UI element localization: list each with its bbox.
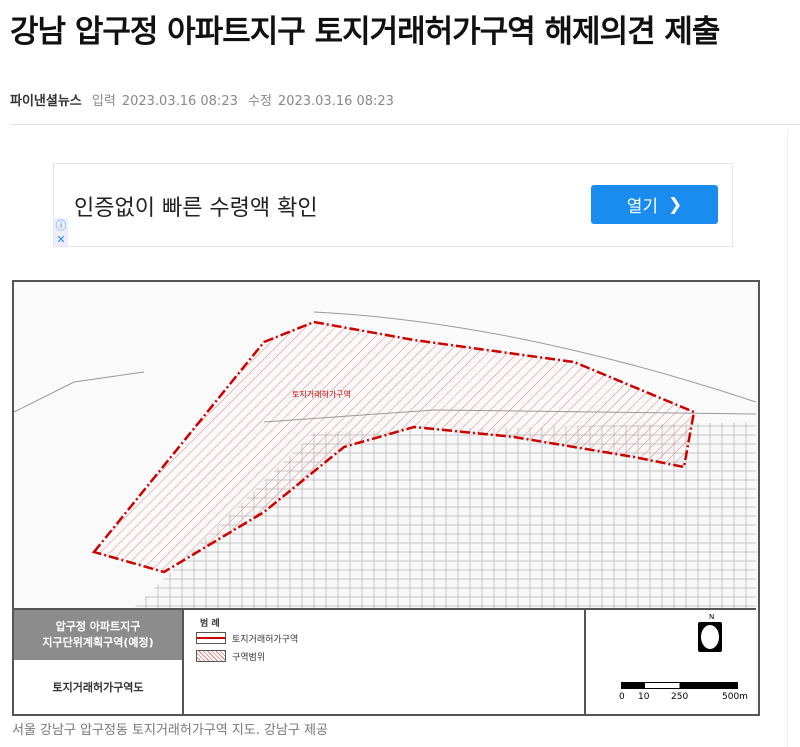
edit-label: 수정 <box>248 94 272 109</box>
scale-500: 500m <box>722 692 748 702</box>
map-name: 토지거래허가구역도 <box>52 681 144 694</box>
chevron-right-icon: ❯ <box>668 194 683 215</box>
info-icon[interactable]: ⓘ <box>54 218 68 232</box>
boundary-swatch <box>196 632 226 644</box>
image-caption: 서울 강남구 압구정동 토지거래허가구역 지도. 강남구 제공 <box>12 723 328 738</box>
compass-icon <box>698 622 722 652</box>
scale-bar <box>621 682 738 689</box>
map-title-1: 압구정 아파트지구 <box>55 620 141 633</box>
input-time: 2023.03.16 08:23 <box>121 94 238 109</box>
input-label: 입력 <box>91 94 116 109</box>
close-icon[interactable]: ✕ <box>54 232 68 246</box>
divider <box>10 124 800 125</box>
map-legend: 압구정 아파트지구지구단위계획구역(예정) 토지거래허가구역도 범 례 토지거래… <box>14 608 756 714</box>
scale-0: 0 <box>619 692 625 702</box>
scrollbar[interactable] <box>787 130 800 747</box>
ad-open-button[interactable]: 열기 ❯ <box>591 185 718 224</box>
north-label: N <box>709 613 715 621</box>
source[interactable]: 파이낸셜뉴스 <box>10 94 82 109</box>
legend-title: 범 례 <box>200 619 220 629</box>
ad-text[interactable]: 인증없이 빠른 수령액 확인 <box>74 190 318 222</box>
legend-item-1: 토지거래허가구역 <box>232 635 299 645</box>
edit-time: 2023.03.16 08:23 <box>277 94 394 109</box>
hatch-swatch <box>196 650 226 662</box>
article-title: 강남 압구정 아파트지구 토지거래허가구역 해제의견 제출 <box>10 14 720 50</box>
ad-banner[interactable]: 인증없이 빠른 수령액 확인 열기 ❯ ⓘ ✕ <box>53 163 733 247</box>
ad-open-label: 열기 <box>626 197 659 217</box>
article-meta: 파이낸셜뉴스 입력 2023.03.16 08:23 수정 2023.03.16 0… <box>10 90 400 109</box>
zone-map-image: 토지거래허가구역 압구정 아파트지구지구단위계획구역(예정) 토지거래허가구역도… <box>12 280 760 716</box>
map-title-2: 지구단위계획구역(예정) <box>42 636 154 649</box>
map-drawing: 토지거래허가구역 <box>13 282 757 608</box>
scale-10: 10 <box>638 692 650 702</box>
legend-item-2: 구역범위 <box>232 653 266 663</box>
map-zone-label: 토지거래허가구역 <box>292 389 351 399</box>
scale-250: 250 <box>671 692 689 702</box>
